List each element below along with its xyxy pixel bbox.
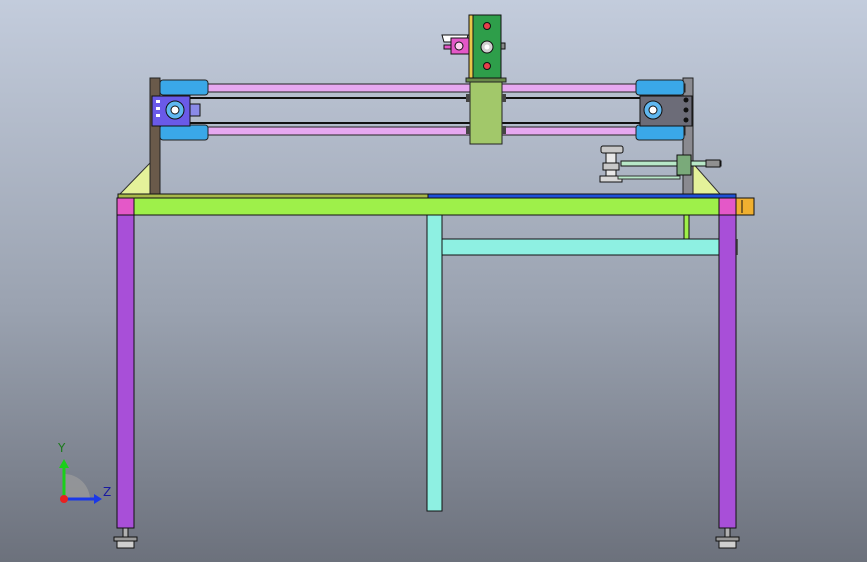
end-cap-tab[interactable]	[735, 197, 755, 216]
cross-brace[interactable]	[441, 238, 721, 256]
lower-right-rail-sleeve[interactable]	[635, 124, 685, 141]
triad-z-label: Z	[103, 485, 112, 499]
triad-y-label: Y	[58, 441, 66, 455]
gantry-table-model[interactable]	[0, 0, 867, 562]
upper-rail[interactable]	[159, 83, 686, 93]
right-bearing-block[interactable]	[639, 95, 693, 127]
left-leg[interactable]	[116, 214, 135, 529]
left-end-plate[interactable]	[149, 77, 161, 195]
table-top[interactable]	[117, 193, 737, 216]
upper-left-rail-sleeve[interactable]	[159, 79, 209, 96]
lower-left-rail-sleeve[interactable]	[159, 124, 209, 141]
upper-right-rail-sleeve[interactable]	[635, 79, 685, 96]
lower-rail[interactable]	[159, 126, 686, 136]
left-corner-post[interactable]	[116, 197, 135, 216]
right-strut[interactable]	[683, 214, 690, 240]
cad-viewport[interactable]: Y Z	[0, 0, 867, 562]
right-leg[interactable]	[718, 214, 737, 529]
center-leg[interactable]	[426, 214, 443, 512]
carriage[interactable]	[465, 77, 507, 145]
z-axis-plate[interactable]	[468, 14, 506, 79]
right-corner-post[interactable]	[718, 197, 737, 216]
